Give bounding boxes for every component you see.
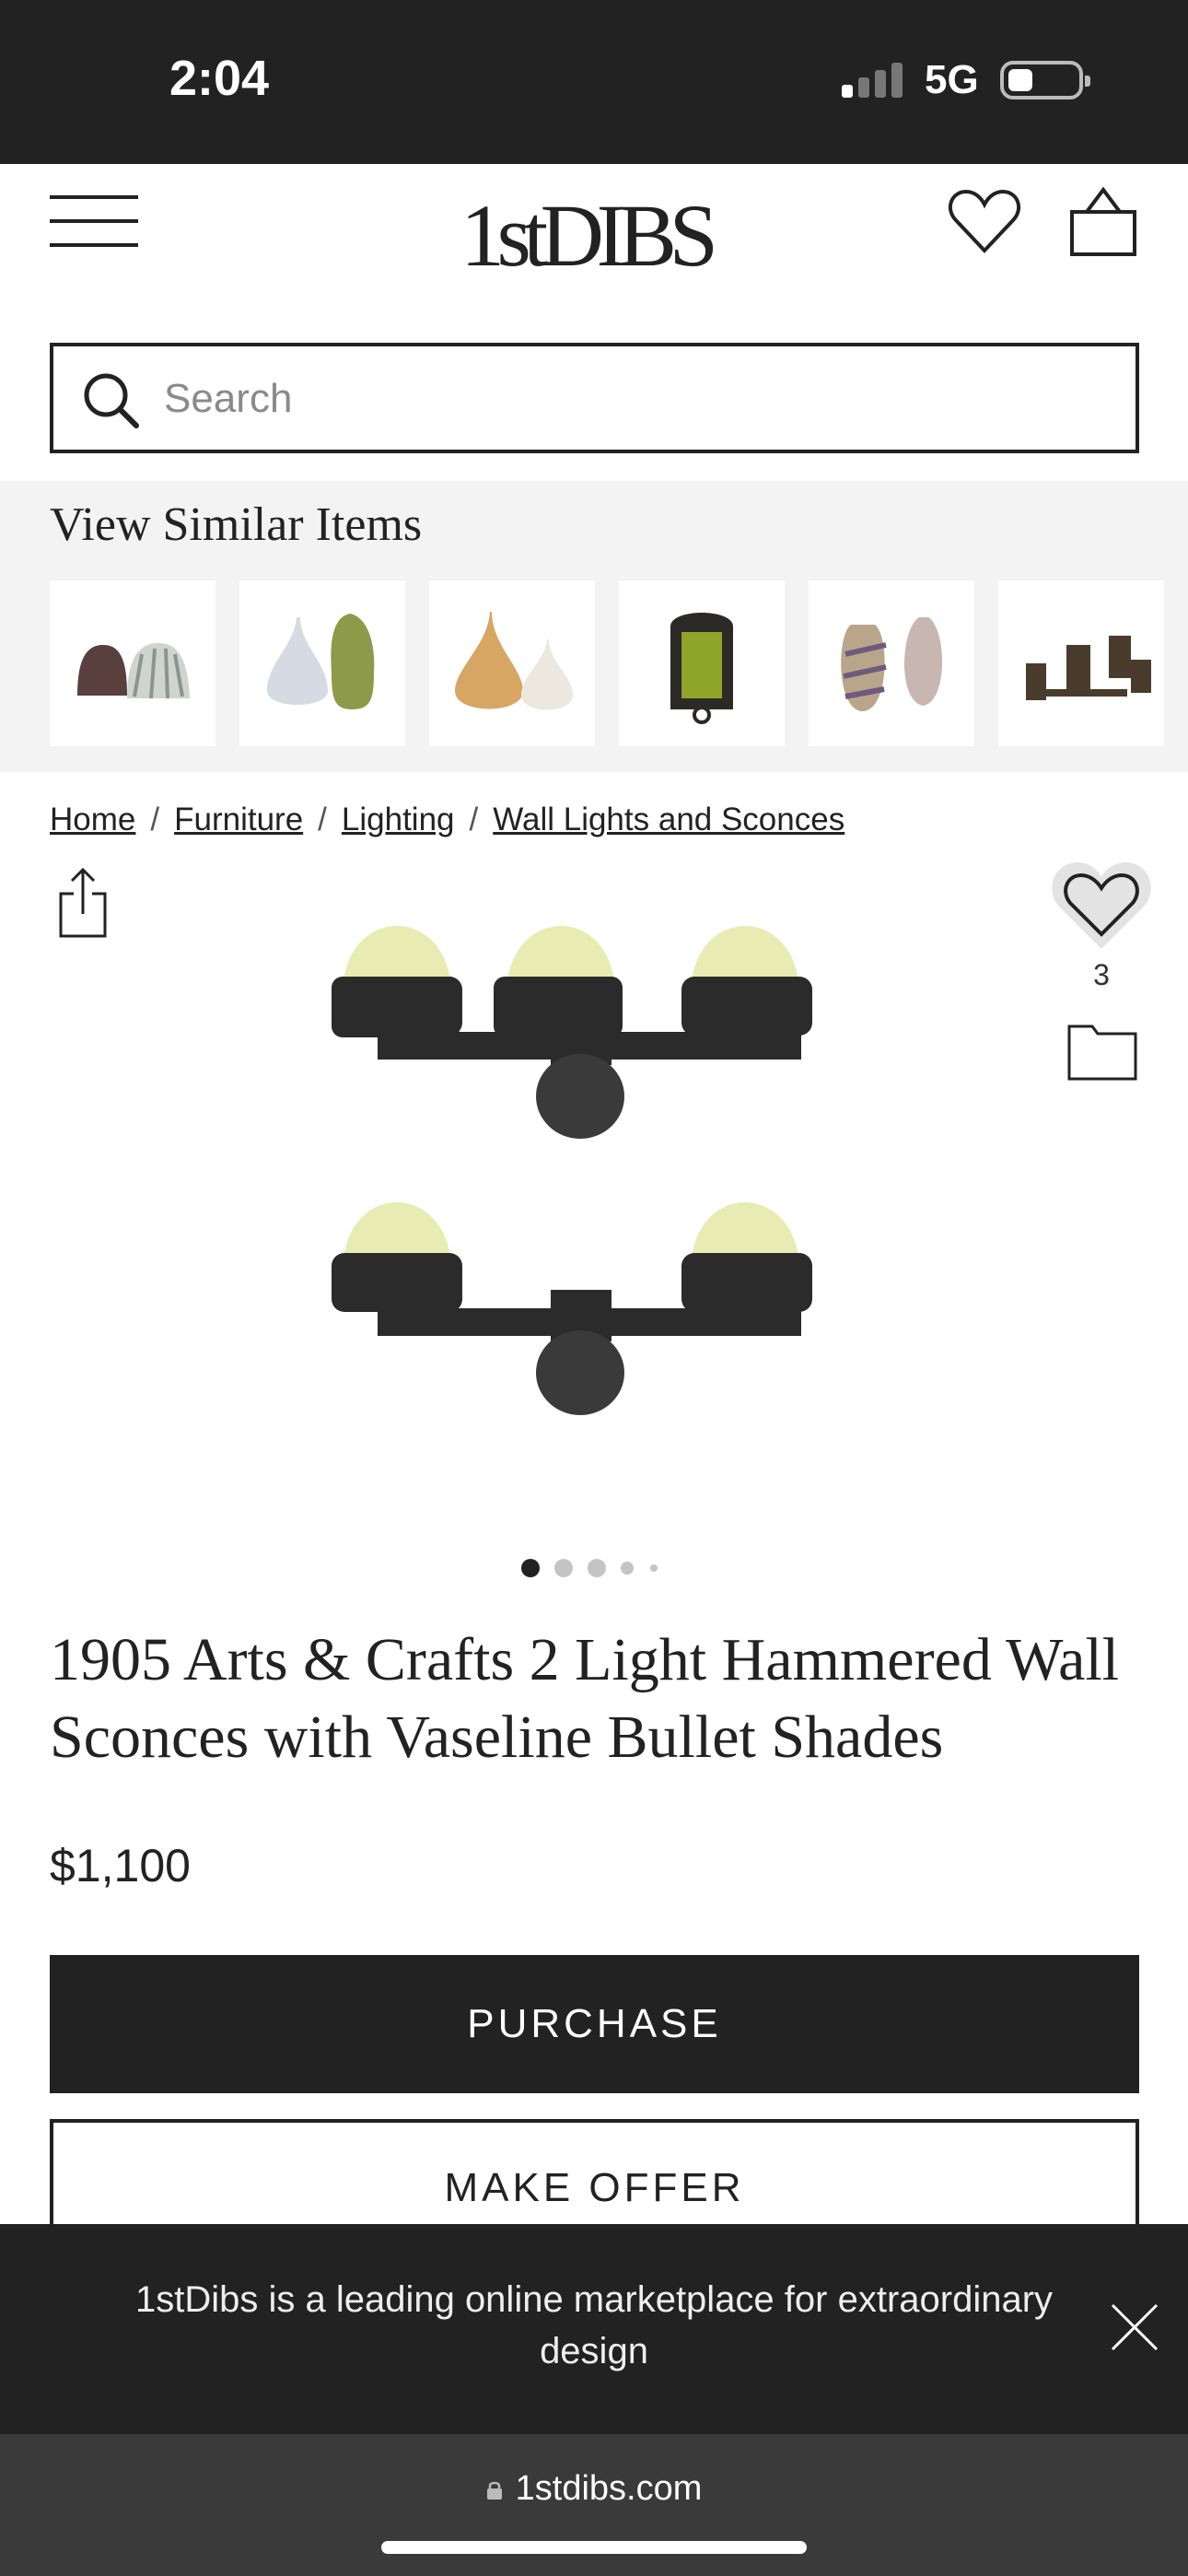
url-text: 1stdibs.com: [515, 2469, 703, 2508]
logo-text: 1stDIBS: [460, 186, 718, 284]
share-icon[interactable]: [55, 866, 111, 940]
similar-item-amber-teardrop-shades[interactable]: [429, 580, 595, 746]
similar-item-bell-shades[interactable]: [50, 580, 215, 746]
breadcrumb-separator: /: [469, 802, 479, 837]
breadcrumb-separator: /: [150, 802, 160, 837]
favorite-count: 3: [1093, 958, 1110, 991]
breadcrumb-separator: /: [318, 802, 327, 837]
similar-item-iridescent-shades[interactable]: [239, 580, 405, 746]
similar-heading: View Similar Items: [50, 498, 423, 551]
breadcrumb-wall-lights[interactable]: Wall Lights and Sconces: [493, 802, 844, 837]
carousel-dot[interactable]: [588, 1559, 606, 1577]
carousel-dot[interactable]: [621, 1562, 634, 1575]
product-image[interactable]: [313, 884, 875, 1520]
shopping-bag-icon[interactable]: [1066, 184, 1140, 260]
info-banner: 1stDibs is a leading online marketplace …: [0, 2224, 1188, 2434]
favorites-heart-icon[interactable]: [947, 184, 1022, 260]
status-bar: 2:04 5G: [0, 0, 1188, 164]
view-similar-section: View Similar Items: [0, 481, 1188, 772]
lock-icon: [486, 2481, 502, 2500]
browser-url-bar[interactable]: 1stdibs.com: [0, 2434, 1188, 2576]
product-title: 1905 Arts & Crafts 2 Light Hammered Wall…: [50, 1626, 1120, 1771]
carousel-dots: [516, 1557, 681, 1579]
banner-text: 1stDibs is a leading online marketplace …: [134, 2279, 1054, 2371]
product-price: $1,100: [50, 1840, 191, 1891]
url-display[interactable]: 1stdibs.com: [0, 2469, 1188, 2509]
similar-item-swirl-shades[interactable]: [809, 580, 974, 746]
close-icon[interactable]: [1109, 2301, 1160, 2353]
folder-icon[interactable]: [1066, 1021, 1138, 1082]
site-header: 1stDIBS: [0, 164, 1188, 339]
status-time: 2:04: [169, 51, 270, 106]
battery-icon: [1000, 61, 1090, 100]
search-bar[interactable]: [50, 343, 1139, 453]
search-input[interactable]: [164, 367, 1085, 431]
carousel-dot[interactable]: [554, 1559, 573, 1577]
breadcrumb-home[interactable]: Home: [50, 802, 135, 837]
similar-item-green-lantern[interactable]: [619, 580, 785, 746]
menu-icon[interactable]: [50, 195, 138, 247]
breadcrumb: Home / Furniture / Lighting / Wall Lights and …: [50, 802, 844, 838]
signal-icon: [842, 61, 906, 98]
search-icon: [84, 373, 139, 428]
similar-item-bronze-sconces[interactable]: [998, 580, 1164, 746]
brand-logo[interactable]: 1stDIBS: [460, 173, 728, 284]
save-heart-icon[interactable]: [1046, 853, 1157, 954]
breadcrumb-lighting[interactable]: Lighting: [342, 802, 455, 837]
breadcrumb-furniture[interactable]: Furniture: [174, 802, 303, 837]
purchase-button[interactable]: PURCHASE: [50, 1955, 1139, 2093]
network-label: 5G: [925, 57, 979, 102]
carousel-dot-active[interactable]: [521, 1559, 540, 1577]
home-indicator[interactable]: [381, 2541, 807, 2554]
carousel-dot[interactable]: [650, 1564, 658, 1572]
similar-thumbnails: [50, 580, 1188, 746]
